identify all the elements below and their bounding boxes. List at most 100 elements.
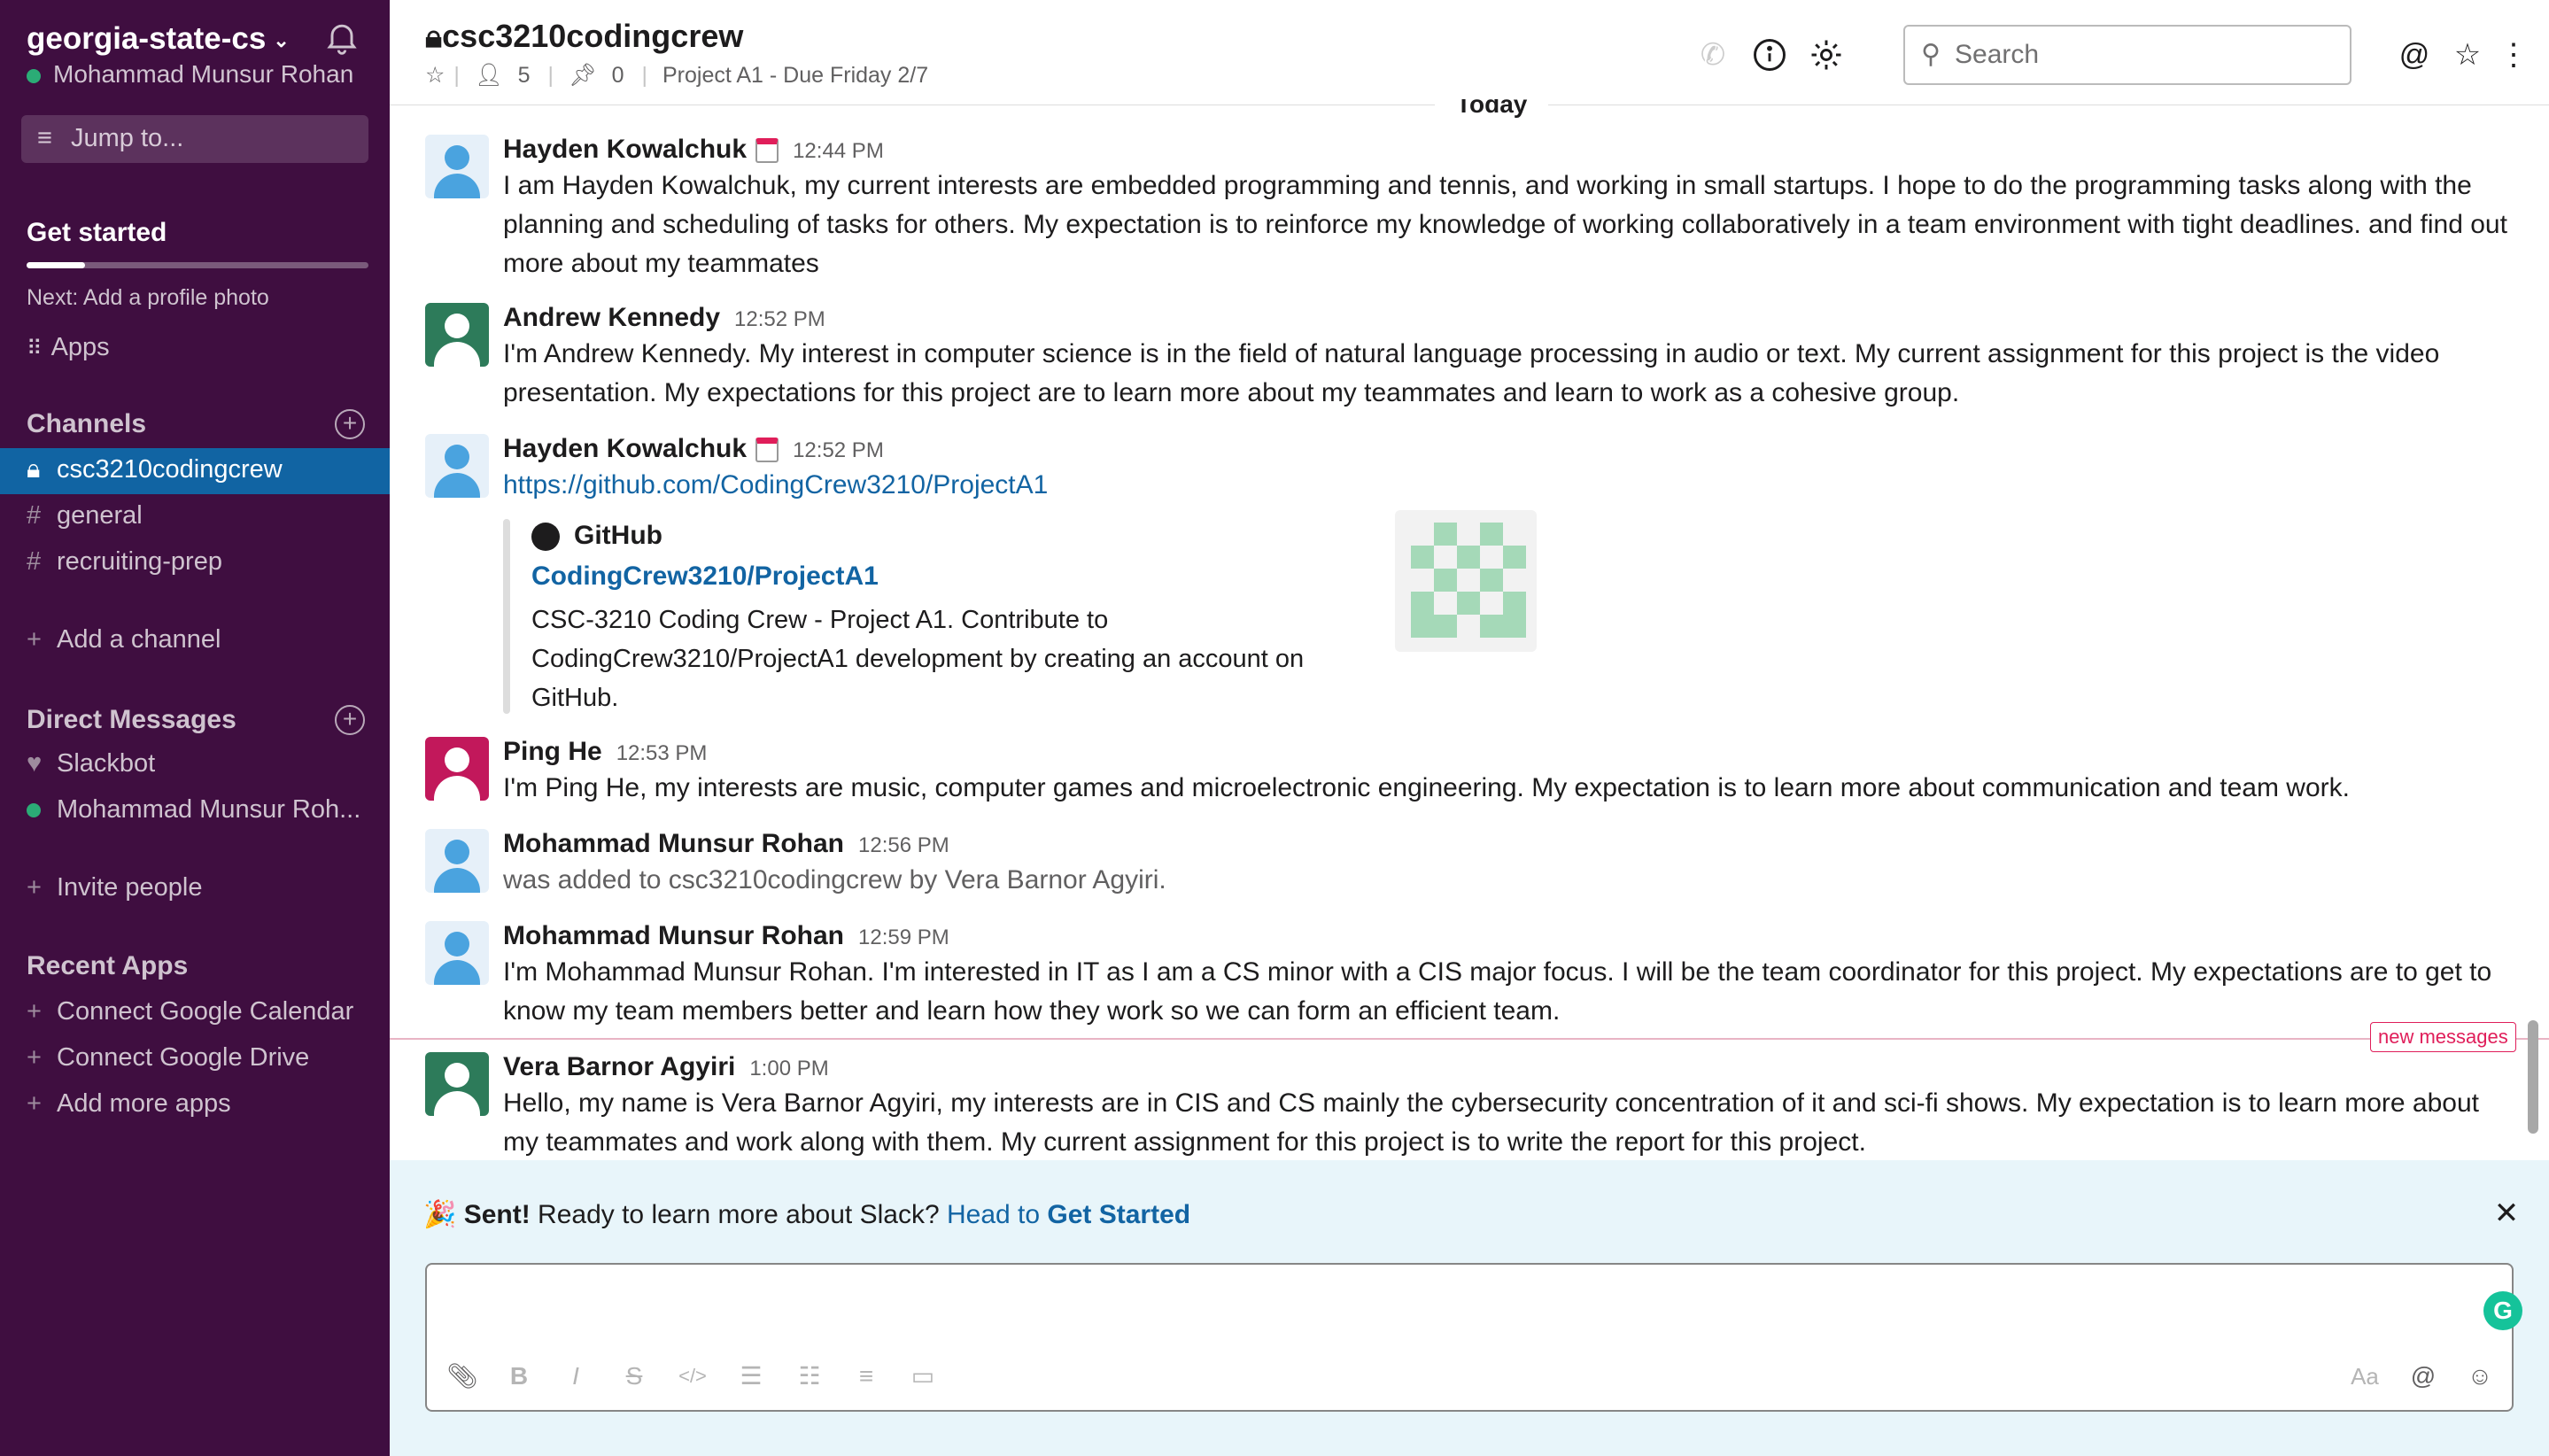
starred-icon[interactable]: ☆ [2448, 35, 2487, 74]
avatar[interactable] [425, 829, 489, 893]
strikethrough-icon[interactable]: S [616, 1359, 652, 1394]
unfurl-title[interactable]: CodingCrew3210/ProjectA1 [531, 561, 879, 592]
channel-title[interactable]: 🔒︎csc3210codingcrew [425, 18, 743, 56]
message-input[interactable]: G 📎︎ B I S </> ☰ ☷ ≡ ▭ Aa @ ☺ [425, 1263, 2522, 1412]
add-channel-icon[interactable]: + [335, 409, 365, 439]
bold-icon[interactable]: B [501, 1359, 537, 1394]
message-time[interactable]: 1:00 PM [749, 1057, 828, 1080]
formatting-icon[interactable]: Aa [2347, 1359, 2382, 1394]
connect-google-calendar[interactable]: + Connect Google Calendar [0, 990, 390, 1036]
pins-count[interactable]: 📌︎ 0 [569, 63, 633, 88]
unfurl-bar [503, 519, 510, 714]
channel-label: general [57, 501, 143, 530]
message-time[interactable]: 12:52 PM [734, 307, 825, 331]
italic-icon[interactable]: I [558, 1359, 593, 1394]
sender-name: Ping He [503, 737, 602, 766]
message-sender[interactable]: Andrew Kennedy 12:52 PM [503, 303, 825, 333]
message-time[interactable]: 12:56 PM [858, 833, 949, 857]
avatar[interactable] [425, 303, 489, 367]
members-count[interactable]: 👤︎ 5 [475, 63, 539, 88]
github-icon [531, 523, 560, 552]
info-icon[interactable] [1750, 35, 1789, 74]
sent-label: Sent! [463, 1200, 531, 1229]
github-link[interactable]: https://github.com/CodingCrew3210/Projec… [503, 466, 2514, 505]
message-time[interactable]: 12:53 PM [616, 741, 708, 765]
plus-icon: + [27, 625, 42, 654]
channels-header[interactable]: Channels [27, 409, 146, 439]
message-sender[interactable]: Ping He 12:53 PM [503, 737, 707, 767]
system-message-text: was added to csc3210codingcrew by Vera B… [503, 865, 1166, 895]
channel-item-general[interactable]: # general [0, 494, 390, 540]
channel-item-csc3210codingcrew[interactable]: 🔒︎ csc3210codingcrew [0, 448, 390, 494]
avatar[interactable] [425, 737, 489, 801]
apps-link[interactable]: ⠿ Apps [27, 333, 110, 362]
get-started-link[interactable]: Get Started [1047, 1200, 1190, 1229]
new-messages-badge[interactable]: new messages [2370, 1022, 2516, 1052]
emoji-icon[interactable]: ☺ [2462, 1359, 2498, 1394]
channel-topic[interactable]: Project A1 - Due Friday 2/7 [662, 63, 928, 88]
current-user[interactable]: Mohammad Munsur Rohan [27, 60, 353, 89]
jump-to-button[interactable]: ≡ Jump to... [21, 115, 368, 163]
divider: | [453, 63, 460, 88]
scrollbar[interactable] [2528, 1020, 2538, 1134]
grammarly-icon[interactable]: G [2483, 1291, 2522, 1330]
jump-to-label: Jump to... [71, 124, 184, 152]
gear-icon[interactable] [1807, 35, 1846, 74]
banner-head-to[interactable]: Head to [947, 1200, 1040, 1229]
bulleted-list-icon[interactable]: ☷ [792, 1359, 827, 1394]
avatar[interactable] [425, 921, 489, 985]
get-started-next[interactable]: Next: Add a profile photo [27, 285, 269, 311]
heart-icon: ♥ [27, 749, 43, 778]
divider: | [641, 63, 648, 88]
dm-label: Slackbot [57, 749, 156, 778]
bell-icon[interactable] [322, 18, 361, 57]
phone-icon[interactable]: ✆ [1693, 35, 1732, 74]
message-sender[interactable]: Vera Barnor Agyiri 1:00 PM [503, 1052, 829, 1082]
invite-people-button[interactable]: + Invite people [0, 866, 390, 912]
message-time[interactable]: 12:59 PM [858, 925, 949, 949]
get-started-title[interactable]: Get started [27, 218, 167, 248]
more-icon[interactable]: ⋮ [2494, 35, 2533, 74]
dm-item-slackbot[interactable]: ♥ Slackbot [0, 742, 390, 788]
direct-messages-header[interactable]: Direct Messages [27, 705, 236, 735]
quote-icon[interactable]: ≡ [848, 1359, 884, 1394]
mention-icon[interactable]: @ [2406, 1359, 2441, 1394]
search-input[interactable]: ⚲ Search [1903, 25, 2351, 85]
workspace-switcher[interactable]: georgia-state-cs ⌄ [27, 21, 290, 57]
add-dm-icon[interactable]: + [335, 705, 365, 735]
repo-thumbnail[interactable] [1395, 510, 1537, 652]
avatar[interactable] [425, 434, 489, 498]
unfurl-site: GitHub [531, 521, 662, 552]
message-sender[interactable]: Hayden Kowalchuk 12:44 PM [503, 135, 884, 165]
mentions-icon[interactable]: @ [2395, 35, 2434, 74]
attach-icon[interactable]: 📎︎ [445, 1359, 480, 1394]
message-time[interactable]: 12:44 PM [793, 139, 884, 163]
sender-name: Mohammad Munsur Rohan [503, 921, 845, 950]
connect-google-drive[interactable]: + Connect Google Drive [0, 1036, 390, 1082]
close-icon[interactable]: ✕ [2489, 1196, 2524, 1231]
unfurl-description: CSC-3210 Coding Crew - Project A1. Contr… [531, 606, 1305, 712]
add-more-apps[interactable]: + Add more apps [0, 1082, 390, 1128]
message-sender[interactable]: Mohammad Munsur Rohan 12:56 PM [503, 829, 949, 859]
message-sender[interactable]: Hayden Kowalchuk 12:52 PM [503, 434, 884, 464]
dm-item-self[interactable]: Mohammad Munsur Roh... [0, 788, 390, 834]
code-icon[interactable]: </> [675, 1359, 710, 1394]
message-text: I'm Mohammad Munsur Rohan. I'm intereste… [503, 957, 2492, 1026]
numbered-list-icon[interactable]: ☰ [733, 1359, 769, 1394]
presence-dot [27, 68, 41, 83]
star-icon[interactable]: ☆ [425, 63, 445, 88]
add-channel-button[interactable]: + Add a channel [0, 618, 390, 664]
code-block-icon[interactable]: ▭ [905, 1359, 941, 1394]
channel-item-recruiting-prep[interactable]: # recruiting-prep [0, 540, 390, 586]
sender-name: Hayden Kowalchuk [503, 135, 748, 164]
unfurl-site-label: GitHub [574, 521, 662, 550]
message-time[interactable]: 12:52 PM [793, 438, 884, 462]
plus-icon: + [27, 1089, 42, 1118]
avatar[interactable] [425, 135, 489, 198]
message-sender[interactable]: Mohammad Munsur Rohan 12:59 PM [503, 921, 949, 951]
presence-dot [27, 795, 57, 825]
hash-icon: # [27, 547, 42, 576]
calendar-icon [755, 438, 779, 463]
avatar[interactable] [425, 1052, 489, 1116]
message-text: I'm Andrew Kennedy. My interest in compu… [503, 339, 2440, 407]
